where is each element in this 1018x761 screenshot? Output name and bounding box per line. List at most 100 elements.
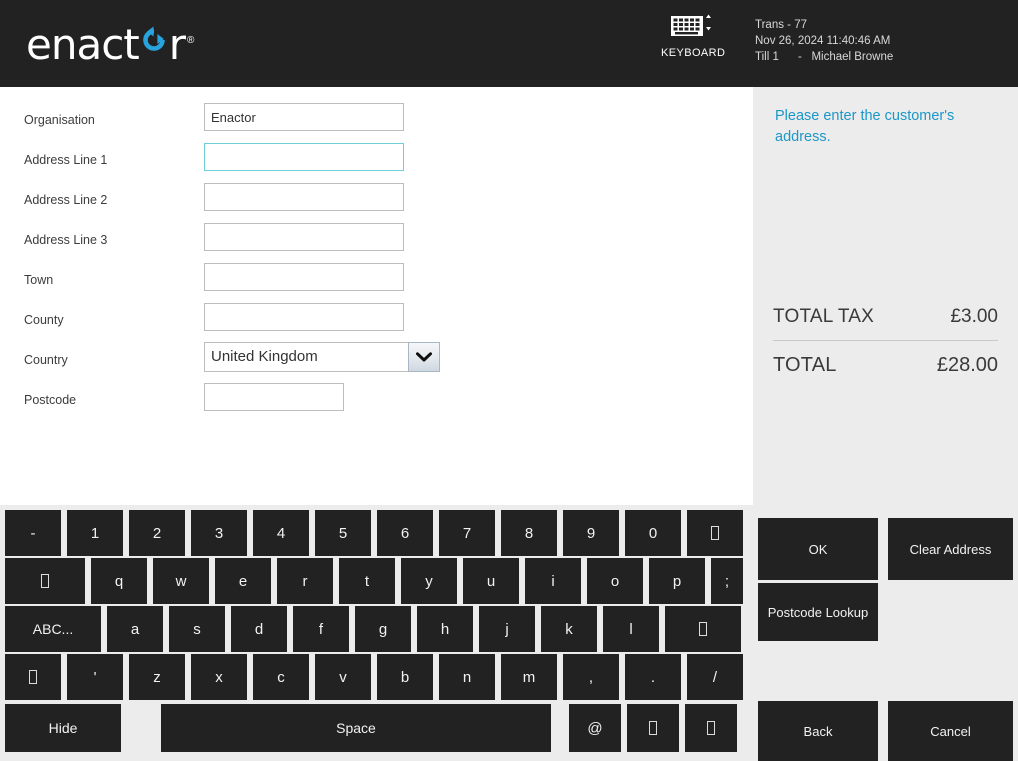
- keyboard-icon: [661, 14, 723, 43]
- label-organisation: Organisation: [24, 113, 95, 127]
- key-4[interactable]: 4: [253, 510, 309, 556]
- label-address-line-3: Address Line 3: [24, 233, 108, 247]
- key-@[interactable]: @: [569, 704, 621, 752]
- key-q[interactable]: q: [91, 558, 147, 604]
- key--[interactable]: -: [5, 510, 61, 556]
- circular-arrow-icon: [139, 26, 169, 59]
- key-3[interactable]: 3: [191, 510, 247, 556]
- arrow-right-key[interactable]: [685, 704, 737, 752]
- key-;[interactable]: ;: [711, 558, 743, 604]
- key-p[interactable]: p: [649, 558, 705, 604]
- country-select[interactable]: United Kingdom: [204, 342, 440, 372]
- transaction-datetime: Nov 26, 2024 11:40:46 AM: [755, 35, 891, 47]
- key-l[interactable]: l: [603, 606, 659, 652]
- key-2[interactable]: 2: [129, 510, 185, 556]
- missing-glyph-icon: [649, 721, 657, 735]
- enter-key[interactable]: [665, 606, 741, 652]
- backspace-key[interactable]: [687, 510, 743, 556]
- total-label: TOTAL: [773, 354, 837, 376]
- input-postcode[interactable]: [204, 383, 344, 411]
- key-1[interactable]: 1: [67, 510, 123, 556]
- key-/[interactable]: /: [687, 654, 743, 700]
- cancel-button[interactable]: Cancel: [888, 701, 1013, 761]
- totals-block: TOTAL TAX £3.00 TOTAL £28.00: [773, 306, 998, 377]
- total-tax-row: TOTAL TAX £3.00: [773, 306, 998, 328]
- label-town: Town: [24, 273, 54, 287]
- on-screen-keyboard: -1 2 3 4 5 6 7 8 9 0 q w e r t y u i o p; ABC... a s d f g h j k l ' z x…: [0, 505, 753, 761]
- key-r[interactable]: r: [277, 558, 333, 604]
- key-b[interactable]: b: [377, 654, 433, 700]
- tab-key[interactable]: [5, 558, 85, 604]
- key-g[interactable]: g: [355, 606, 411, 652]
- key-f[interactable]: f: [293, 606, 349, 652]
- key-h[interactable]: h: [417, 606, 473, 652]
- enactor-logo: enact r ®: [26, 20, 194, 69]
- key-.[interactable]: .: [625, 654, 681, 700]
- ok-button[interactable]: OK: [758, 518, 878, 580]
- key-s[interactable]: s: [169, 606, 225, 652]
- missing-glyph-icon: [29, 670, 37, 684]
- key-i[interactable]: i: [525, 558, 581, 604]
- key-v[interactable]: v: [315, 654, 371, 700]
- address-form: Organisation Address Line 1 Address Line…: [0, 87, 753, 505]
- input-address-line-2[interactable]: [204, 183, 404, 211]
- key-a[interactable]: a: [107, 606, 163, 652]
- key-7[interactable]: 7: [439, 510, 495, 556]
- transaction-number: Trans - 77: [755, 19, 807, 31]
- key-'[interactable]: ': [67, 654, 123, 700]
- key-o[interactable]: o: [587, 558, 643, 604]
- input-address-line-3[interactable]: [204, 223, 404, 251]
- label-address-line-2: Address Line 2: [24, 193, 108, 207]
- till-operator: Till 1 - Michael Browne: [755, 51, 894, 63]
- info-panel: Please enter the customer's address. TOT…: [753, 87, 1018, 505]
- arrow-left-key[interactable]: [627, 704, 679, 752]
- key-,[interactable]: ,: [563, 654, 619, 700]
- keyboard-toggle-button[interactable]: KEYBOARD: [661, 14, 726, 61]
- total-tax-value: £3.00: [950, 306, 998, 327]
- country-selected-value[interactable]: United Kingdom: [204, 342, 408, 372]
- missing-glyph-icon: [41, 574, 49, 588]
- key-c[interactable]: c: [253, 654, 309, 700]
- shift-key[interactable]: [5, 654, 61, 700]
- key-5[interactable]: 5: [315, 510, 371, 556]
- key-6[interactable]: 6: [377, 510, 433, 556]
- key-m[interactable]: m: [501, 654, 557, 700]
- bottom-area: -1 2 3 4 5 6 7 8 9 0 q w e r t y u i o p; ABC... a s d f g h j k l ' z x…: [0, 505, 1018, 761]
- key-9[interactable]: 9: [563, 510, 619, 556]
- abc-shift-key[interactable]: ABC...: [5, 606, 101, 652]
- logo-text-left: enact: [26, 20, 140, 69]
- key-w[interactable]: w: [153, 558, 209, 604]
- key-e[interactable]: e: [215, 558, 271, 604]
- postcode-lookup-button[interactable]: Postcode Lookup: [758, 583, 878, 641]
- input-organisation[interactable]: [204, 103, 404, 131]
- back-button[interactable]: Back: [758, 701, 878, 761]
- missing-glyph-icon: [707, 721, 715, 735]
- logo-trademark: ®: [187, 35, 195, 46]
- key-n[interactable]: n: [439, 654, 495, 700]
- key-8[interactable]: 8: [501, 510, 557, 556]
- key-y[interactable]: y: [401, 558, 457, 604]
- app-header: enact r ® KEYBOARD Trans - 77 Nov 26, 20…: [0, 0, 1018, 87]
- key-t[interactable]: t: [339, 558, 395, 604]
- key-d[interactable]: d: [231, 606, 287, 652]
- chevron-down-icon[interactable]: [408, 342, 440, 372]
- label-county: County: [24, 313, 64, 327]
- key-u[interactable]: u: [463, 558, 519, 604]
- key-j[interactable]: j: [479, 606, 535, 652]
- missing-glyph-icon: [699, 622, 707, 636]
- keyboard-label: KEYBOARD: [661, 47, 726, 59]
- key-z[interactable]: z: [129, 654, 185, 700]
- hide-key[interactable]: Hide: [5, 704, 121, 752]
- form-row-country: Country United Kingdom: [0, 342, 753, 391]
- total-row: TOTAL £28.00: [773, 354, 998, 377]
- input-town[interactable]: [204, 263, 404, 291]
- input-address-line-1[interactable]: [204, 143, 404, 171]
- total-value: £28.00: [936, 354, 998, 376]
- label-country: Country: [24, 353, 68, 367]
- input-county[interactable]: [204, 303, 404, 331]
- key-x[interactable]: x: [191, 654, 247, 700]
- key-k[interactable]: k: [541, 606, 597, 652]
- clear-address-button[interactable]: Clear Address: [888, 518, 1013, 580]
- key-0[interactable]: 0: [625, 510, 681, 556]
- space-key[interactable]: Space: [161, 704, 551, 752]
